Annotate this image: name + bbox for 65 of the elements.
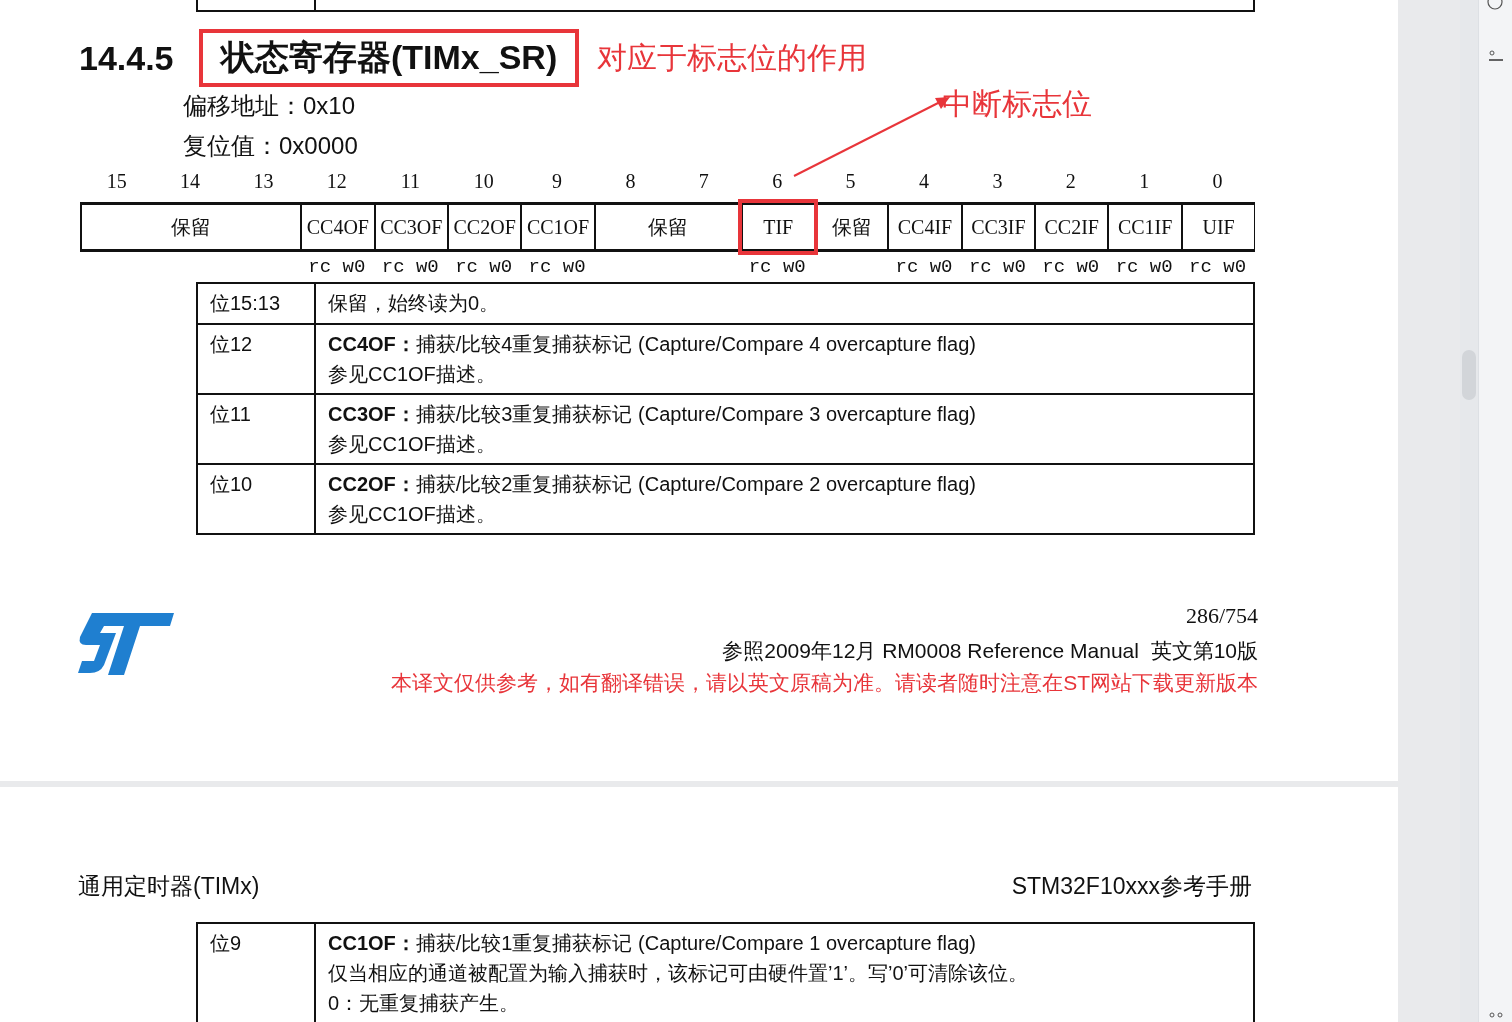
bit-number: 0 — [1211, 170, 1224, 194]
reset-value: 复位值：0x0000 — [183, 131, 358, 161]
description-text: CC3OF：捕获/比较3重复捕获标记 (Capture/Compare 3 overcapture flag) — [328, 402, 977, 427]
page-header: STM32F10xxx参考手册 — [1011, 872, 1252, 901]
access-type: rc w0 — [380, 255, 440, 280]
access-type: rc w0 — [1041, 255, 1101, 280]
register-field: CC3OF — [373, 202, 448, 252]
description-text: 参见CC1OF描述。 — [328, 432, 497, 457]
access-type: rc w0 — [454, 255, 514, 280]
section-title: 状态寄存器(TIMx_SR) — [199, 29, 580, 87]
description-text: CC1OF：捕获/比较1重复捕获标记 (Capture/Compare 1 overcapture flag) — [328, 931, 977, 956]
register-field: TIF — [740, 202, 815, 252]
offset-address: 偏移地址：0x10 — [183, 91, 356, 121]
bit-number: 10 — [472, 170, 495, 194]
bit-number: 14 — [179, 170, 202, 194]
description-text: 保留，始终读为0。 — [328, 291, 501, 316]
bit-cell: 位15:13 — [198, 284, 316, 323]
more-icon[interactable] — [1489, 1012, 1503, 1018]
register-field: CC3IF — [960, 202, 1036, 252]
disclaimer-text: 本译文仅供参考，如有翻译错误，请以英文原稿为准。请读者随时注意在ST网站下载更新版本 — [391, 670, 1258, 696]
access-type: rc w0 — [1188, 255, 1248, 280]
description-text: CC4OF：捕获/比较4重复捕获标记 (Capture/Compare 4 overcapture flag) — [328, 332, 977, 357]
bit-number: 13 — [252, 170, 275, 194]
annotation-text: 对应于标志位的作用 — [597, 39, 868, 76]
bit-cell: 位10 — [198, 465, 316, 533]
section-number: 14.4.5 — [79, 38, 175, 78]
line-icon[interactable] — [1489, 50, 1503, 62]
access-type: rc w0 — [747, 255, 807, 280]
bit-number: 3 — [991, 170, 1004, 194]
bit-number: 6 — [771, 170, 784, 194]
bit-number: 9 — [551, 170, 564, 194]
description-text: CC2OF：捕获/比较2重复捕获标记 (Capture/Compare 2 overcapture flag) — [328, 472, 977, 497]
access-type: rc w0 — [1114, 255, 1174, 280]
bit-cell: 位11 — [198, 395, 316, 463]
page-header: 通用定时器(TIMx) — [78, 872, 260, 901]
logo-icon — [78, 613, 174, 675]
access-type: rc w0 — [894, 255, 954, 280]
access-type: rc w0 — [307, 255, 367, 280]
bit-number: 15 — [105, 170, 128, 194]
bit-number: 2 — [1064, 170, 1077, 194]
access-type: rc w0 — [527, 255, 587, 280]
access-type: rc w0 — [967, 255, 1027, 280]
register-field: CC4IF — [887, 202, 962, 252]
register-field: 保留 — [80, 202, 302, 252]
register-field: CC2IF — [1034, 202, 1109, 252]
description-text: 仅当相应的通道被配置为输入捕获时，该标记可由硬件置’1’。写’0’可清除该位。 — [328, 961, 1030, 986]
bit-number: 1 — [1138, 170, 1151, 194]
bit-number: 12 — [325, 170, 348, 194]
bit-number: 5 — [844, 170, 857, 194]
register-field: CC1OF — [520, 202, 595, 252]
bit-number: 4 — [918, 170, 930, 194]
bit-number: 8 — [624, 170, 637, 194]
bit-cell: 位12 — [198, 325, 316, 393]
register-field: CC4OF — [300, 202, 375, 252]
page-number: 286/754 — [1185, 603, 1258, 629]
bit-number: 7 — [697, 170, 710, 194]
register-field: CC1IF — [1107, 202, 1182, 252]
description-text: 参见CC1OF描述。 — [328, 362, 497, 387]
description-text: 0：无重复捕获产生。 — [328, 991, 521, 1016]
bit-number: 11 — [399, 170, 421, 194]
register-field: CC2OF — [446, 202, 522, 252]
bit-cell: 位9 — [198, 924, 316, 1022]
reference-text: 参照2009年12月 RM0008 Reference Manual 英文第10版 — [722, 638, 1258, 664]
register-field: UIF — [1180, 202, 1256, 252]
description-text: 参见CC1OF描述。 — [328, 502, 497, 527]
